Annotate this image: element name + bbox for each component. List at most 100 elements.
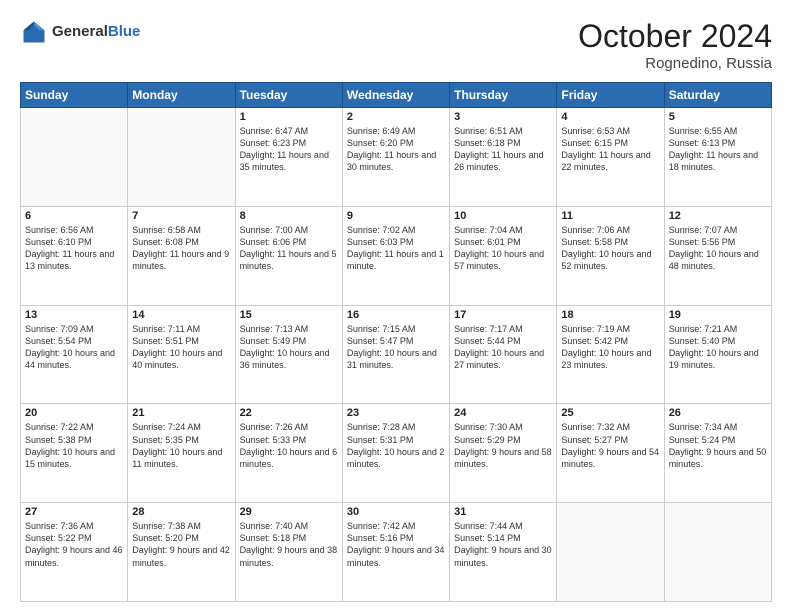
- calendar-cell: 28 Sunrise: 7:38 AM Sunset: 5:20 PM Dayli…: [128, 503, 235, 602]
- cell-info: Sunrise: 7:24 AM Sunset: 5:35 PM Dayligh…: [132, 421, 230, 470]
- day-number: 13: [25, 309, 123, 321]
- calendar-week-1: 1 Sunrise: 6:47 AM Sunset: 6:23 PM Daylig…: [21, 108, 772, 207]
- day-number: 24: [454, 407, 552, 419]
- day-number: 14: [132, 309, 230, 321]
- calendar-cell: 13 Sunrise: 7:09 AM Sunset: 5:54 PM Dayli…: [21, 305, 128, 404]
- calendar-cell: [21, 108, 128, 207]
- cell-info: Sunrise: 7:44 AM Sunset: 5:14 PM Dayligh…: [454, 520, 552, 569]
- day-header-wednesday: Wednesday: [342, 83, 449, 108]
- calendar-cell: 7 Sunrise: 6:58 AM Sunset: 6:08 PM Daylig…: [128, 206, 235, 305]
- cell-info: Sunrise: 7:19 AM Sunset: 5:42 PM Dayligh…: [561, 323, 659, 372]
- calendar-cell: [557, 503, 664, 602]
- calendar-cell: 22 Sunrise: 7:26 AM Sunset: 5:33 PM Dayli…: [235, 404, 342, 503]
- day-header-thursday: Thursday: [450, 83, 557, 108]
- calendar-cell: 8 Sunrise: 7:00 AM Sunset: 6:06 PM Daylig…: [235, 206, 342, 305]
- day-number: 20: [25, 407, 123, 419]
- cell-info: Sunrise: 7:00 AM Sunset: 6:06 PM Dayligh…: [240, 224, 338, 273]
- cell-info: Sunrise: 7:28 AM Sunset: 5:31 PM Dayligh…: [347, 421, 445, 470]
- day-number: 18: [561, 309, 659, 321]
- cell-info: Sunrise: 7:07 AM Sunset: 5:56 PM Dayligh…: [669, 224, 767, 273]
- day-number: 16: [347, 309, 445, 321]
- cell-info: Sunrise: 7:13 AM Sunset: 5:49 PM Dayligh…: [240, 323, 338, 372]
- day-header-monday: Monday: [128, 83, 235, 108]
- day-number: 27: [25, 506, 123, 518]
- calendar-cell: 5 Sunrise: 6:55 AM Sunset: 6:13 PM Daylig…: [664, 108, 771, 207]
- day-header-saturday: Saturday: [664, 83, 771, 108]
- day-number: 21: [132, 407, 230, 419]
- calendar-cell: 16 Sunrise: 7:15 AM Sunset: 5:47 PM Dayli…: [342, 305, 449, 404]
- cell-info: Sunrise: 7:06 AM Sunset: 5:58 PM Dayligh…: [561, 224, 659, 273]
- day-number: 15: [240, 309, 338, 321]
- logo: GeneralBlue: [20, 18, 140, 46]
- cell-info: Sunrise: 7:36 AM Sunset: 5:22 PM Dayligh…: [25, 520, 123, 569]
- calendar-cell: 15 Sunrise: 7:13 AM Sunset: 5:49 PM Dayli…: [235, 305, 342, 404]
- calendar-cell: 2 Sunrise: 6:49 AM Sunset: 6:20 PM Daylig…: [342, 108, 449, 207]
- day-header-tuesday: Tuesday: [235, 83, 342, 108]
- cell-info: Sunrise: 6:51 AM Sunset: 6:18 PM Dayligh…: [454, 125, 552, 174]
- day-number: 4: [561, 111, 659, 123]
- day-number: 30: [347, 506, 445, 518]
- cell-info: Sunrise: 6:47 AM Sunset: 6:23 PM Dayligh…: [240, 125, 338, 174]
- day-number: 10: [454, 210, 552, 222]
- calendar-cell: 17 Sunrise: 7:17 AM Sunset: 5:44 PM Dayli…: [450, 305, 557, 404]
- calendar-cell: 30 Sunrise: 7:42 AM Sunset: 5:16 PM Dayli…: [342, 503, 449, 602]
- cell-info: Sunrise: 7:34 AM Sunset: 5:24 PM Dayligh…: [669, 421, 767, 470]
- cell-info: Sunrise: 7:22 AM Sunset: 5:38 PM Dayligh…: [25, 421, 123, 470]
- calendar-cell: 24 Sunrise: 7:30 AM Sunset: 5:29 PM Dayli…: [450, 404, 557, 503]
- calendar-cell: 31 Sunrise: 7:44 AM Sunset: 5:14 PM Dayli…: [450, 503, 557, 602]
- calendar-cell: 6Sunrise: 6:56 AM Sunset: 6:10 PM Daylig…: [21, 206, 128, 305]
- calendar-cell: [664, 503, 771, 602]
- cell-info: Sunrise: 7:04 AM Sunset: 6:01 PM Dayligh…: [454, 224, 552, 273]
- day-number: 1: [240, 111, 338, 123]
- day-number: 19: [669, 309, 767, 321]
- location: Rognedino, Russia: [578, 55, 772, 72]
- cell-info: Sunrise: 7:30 AM Sunset: 5:29 PM Dayligh…: [454, 421, 552, 470]
- day-number: 7: [132, 210, 230, 222]
- day-number: 23: [347, 407, 445, 419]
- calendar-cell: 20 Sunrise: 7:22 AM Sunset: 5:38 PM Dayli…: [21, 404, 128, 503]
- cell-info: Sunrise: 7:42 AM Sunset: 5:16 PM Dayligh…: [347, 520, 445, 569]
- day-header-sunday: Sunday: [21, 83, 128, 108]
- calendar-cell: 29Sunrise: 7:40 AM Sunset: 5:18 PM Dayli…: [235, 503, 342, 602]
- calendar-cell: 14 Sunrise: 7:11 AM Sunset: 5:51 PM Dayli…: [128, 305, 235, 404]
- day-number: 8: [240, 210, 338, 222]
- calendar-cell: 21 Sunrise: 7:24 AM Sunset: 5:35 PM Dayli…: [128, 404, 235, 503]
- cell-info: Sunrise: 7:38 AM Sunset: 5:20 PM Dayligh…: [132, 520, 230, 569]
- cell-info: Sunrise: 6:55 AM Sunset: 6:13 PM Dayligh…: [669, 125, 767, 174]
- calendar-header-row: SundayMondayTuesdayWednesdayThursdayFrid…: [21, 83, 772, 108]
- calendar-cell: 27 Sunrise: 7:36 AM Sunset: 5:22 PM Dayli…: [21, 503, 128, 602]
- cell-info: Sunrise: 7:15 AM Sunset: 5:47 PM Dayligh…: [347, 323, 445, 372]
- day-number: 12: [669, 210, 767, 222]
- day-number: 25: [561, 407, 659, 419]
- logo-icon: [20, 18, 48, 46]
- day-number: 9: [347, 210, 445, 222]
- cell-info: Sunrise: 6:49 AM Sunset: 6:20 PM Dayligh…: [347, 125, 445, 174]
- calendar-cell: 25 Sunrise: 7:32 AM Sunset: 5:27 PM Dayli…: [557, 404, 664, 503]
- calendar-cell: 11Sunrise: 7:06 AM Sunset: 5:58 PM Dayli…: [557, 206, 664, 305]
- day-number: 31: [454, 506, 552, 518]
- header: GeneralBlue October 2024 Rognedino, Russ…: [20, 18, 772, 72]
- day-number: 2: [347, 111, 445, 123]
- logo-general-text: General: [52, 23, 108, 40]
- cell-info: Sunrise: 6:58 AM Sunset: 6:08 PM Dayligh…: [132, 224, 230, 273]
- calendar-cell: 9Sunrise: 7:02 AM Sunset: 6:03 PM Daylig…: [342, 206, 449, 305]
- day-number: 17: [454, 309, 552, 321]
- cell-info: Sunrise: 7:11 AM Sunset: 5:51 PM Dayligh…: [132, 323, 230, 372]
- calendar-week-2: 6Sunrise: 6:56 AM Sunset: 6:10 PM Daylig…: [21, 206, 772, 305]
- day-number: 22: [240, 407, 338, 419]
- calendar-cell: [128, 108, 235, 207]
- cell-info: Sunrise: 7:09 AM Sunset: 5:54 PM Dayligh…: [25, 323, 123, 372]
- calendar-cell: 18 Sunrise: 7:19 AM Sunset: 5:42 PM Dayli…: [557, 305, 664, 404]
- cell-info: Sunrise: 7:17 AM Sunset: 5:44 PM Dayligh…: [454, 323, 552, 372]
- day-number: 5: [669, 111, 767, 123]
- day-number: 3: [454, 111, 552, 123]
- calendar-cell: 3 Sunrise: 6:51 AM Sunset: 6:18 PM Daylig…: [450, 108, 557, 207]
- calendar-cell: 19Sunrise: 7:21 AM Sunset: 5:40 PM Dayli…: [664, 305, 771, 404]
- logo-blue-text: Blue: [108, 23, 141, 40]
- calendar-table: SundayMondayTuesdayWednesdayThursdayFrid…: [20, 82, 772, 602]
- calendar-week-5: 27 Sunrise: 7:36 AM Sunset: 5:22 PM Dayli…: [21, 503, 772, 602]
- cell-info: Sunrise: 7:26 AM Sunset: 5:33 PM Dayligh…: [240, 421, 338, 470]
- day-number: 28: [132, 506, 230, 518]
- cell-info: Sunrise: 7:32 AM Sunset: 5:27 PM Dayligh…: [561, 421, 659, 470]
- day-number: 26: [669, 407, 767, 419]
